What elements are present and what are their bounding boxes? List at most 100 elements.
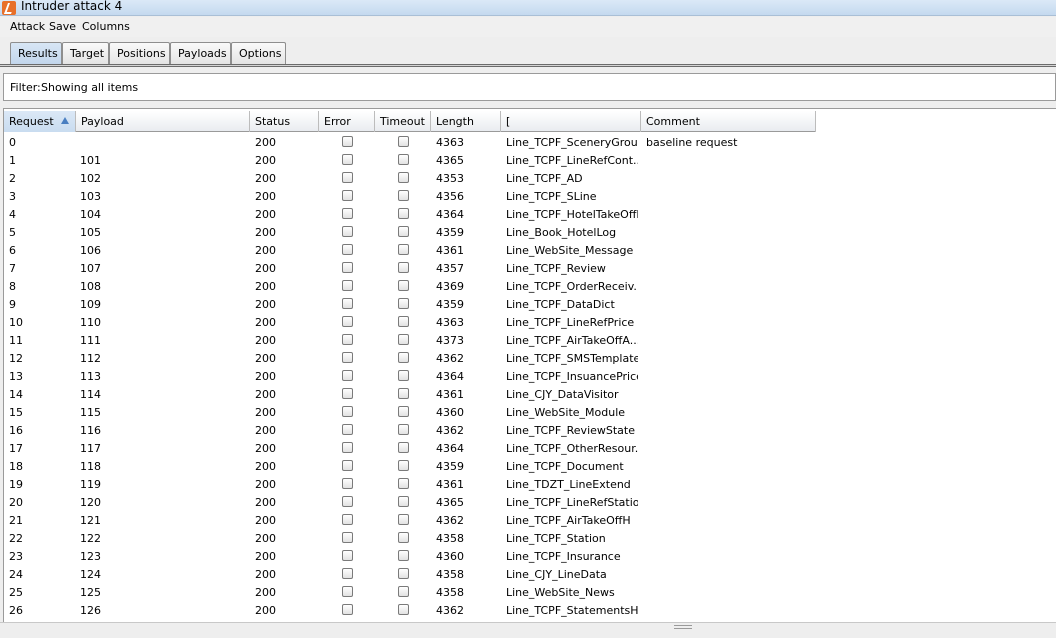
table-row[interactable]: 10 110 200 4363 Line_TCPF_LineRefPrice bbox=[4, 313, 1056, 331]
cell-match: Line_TCPF_LineRefCont... bbox=[506, 154, 638, 167]
tab-payloads[interactable]: Payloads bbox=[170, 42, 231, 64]
filter-bar[interactable]: Filter: Showing all items bbox=[3, 73, 1056, 101]
cell-request: 15 bbox=[9, 406, 23, 419]
column-header-grep-match[interactable]: [ bbox=[501, 111, 641, 132]
cell-status: 200 bbox=[255, 154, 276, 167]
cell-status: 200 bbox=[255, 568, 276, 581]
table-row[interactable]: 3 103 200 4356 Line_TCPF_SLine bbox=[4, 187, 1056, 205]
table-row[interactable]: 7 107 200 4357 Line_TCPF_Review bbox=[4, 259, 1056, 277]
split-pane-grip-icon[interactable] bbox=[674, 625, 692, 629]
cell-status: 200 bbox=[255, 190, 276, 203]
tab-target[interactable]: Target bbox=[62, 42, 109, 64]
table-row[interactable]: 15 115 200 4360 Line_WebSite_Module bbox=[4, 403, 1056, 421]
column-header-payload[interactable]: Payload bbox=[76, 111, 250, 132]
tab-positions[interactable]: Positions bbox=[109, 42, 170, 64]
column-header-status[interactable]: Status bbox=[250, 111, 319, 132]
error-checkbox bbox=[342, 226, 353, 237]
timeout-checkbox bbox=[398, 460, 409, 471]
table-row[interactable]: 2 102 200 4353 Line_TCPF_AD bbox=[4, 169, 1056, 187]
column-header-comment[interactable]: Comment bbox=[641, 111, 816, 132]
menu-columns[interactable]: Columns bbox=[82, 20, 130, 33]
tab-bar: Results Target Positions Payloads Option… bbox=[0, 38, 1056, 68]
table-row[interactable]: 17 117 200 4364 Line_TCPF_OtherResour... bbox=[4, 439, 1056, 457]
cell-length: 4364 bbox=[436, 370, 464, 383]
cell-payload: 111 bbox=[80, 334, 101, 347]
cell-match: Line_WebSite_Module bbox=[506, 406, 626, 419]
cell-match: Line_TCPF_ReviewState bbox=[506, 424, 636, 437]
cell-request: 10 bbox=[9, 316, 23, 329]
cell-length: 4358 bbox=[436, 568, 464, 581]
table-row[interactable]: 13 113 200 4364 Line_TCPF_InsuancePrice bbox=[4, 367, 1056, 385]
table-row[interactable]: 8 108 200 4369 Line_TCPF_OrderReceiv... bbox=[4, 277, 1056, 295]
tab-results[interactable]: Results bbox=[10, 42, 62, 64]
cell-length: 4362 bbox=[436, 514, 464, 527]
table-row[interactable]: 14 114 200 4361 Line_CJY_DataVisitor bbox=[4, 385, 1056, 403]
table-row[interactable]: 24 124 200 4358 Line_CJY_LineData bbox=[4, 565, 1056, 583]
table-row[interactable]: 11 111 200 4373 Line_TCPF_AirTakeOffA... bbox=[4, 331, 1056, 349]
table-row[interactable]: 6 106 200 4361 Line_WebSite_Message bbox=[4, 241, 1056, 259]
table-row[interactable]: 1 101 200 4365 Line_TCPF_LineRefCont... bbox=[4, 151, 1056, 169]
cell-payload: 105 bbox=[80, 226, 101, 239]
cell-status: 200 bbox=[255, 226, 276, 239]
tab-divider bbox=[0, 64, 1056, 67]
table-row[interactable]: 0 200 4363 Line_TCPF_SceneryGroup baseline r… bbox=[4, 133, 1056, 151]
timeout-checkbox bbox=[398, 154, 409, 165]
column-header-length[interactable]: Length bbox=[431, 111, 501, 132]
tab-options[interactable]: Options bbox=[231, 42, 286, 64]
column-header-request[interactable]: Request bbox=[4, 111, 76, 132]
timeout-checkbox bbox=[398, 316, 409, 327]
table-row[interactable]: 21 121 200 4362 Line_TCPF_AirTakeOffH bbox=[4, 511, 1056, 529]
cell-request: 5 bbox=[9, 226, 16, 239]
table-row[interactable]: 16 116 200 4362 Line_TCPF_ReviewState bbox=[4, 421, 1056, 439]
cell-payload: 114 bbox=[80, 388, 101, 401]
cell-request: 12 bbox=[9, 352, 23, 365]
error-checkbox bbox=[342, 478, 353, 489]
error-checkbox bbox=[342, 568, 353, 579]
table-row[interactable]: 25 125 200 4358 Line_WebSite_News bbox=[4, 583, 1056, 601]
table-row[interactable]: 26 126 200 4362 Line_TCPF_StatementsH bbox=[4, 601, 1056, 619]
cell-match: Line_TCPF_SceneryGroup bbox=[506, 136, 638, 149]
table-row[interactable]: 20 120 200 4365 Line_TCPF_LineRefStation bbox=[4, 493, 1056, 511]
cell-status: 200 bbox=[255, 298, 276, 311]
timeout-checkbox bbox=[398, 334, 409, 345]
table-row[interactable]: 23 123 200 4360 Line_TCPF_Insurance bbox=[4, 547, 1056, 565]
error-checkbox bbox=[342, 154, 353, 165]
cell-status: 200 bbox=[255, 334, 276, 347]
table-row[interactable]: 5 105 200 4359 Line_Book_HotelLog bbox=[4, 223, 1056, 241]
cell-status: 200 bbox=[255, 370, 276, 383]
filter-value: Showing all items bbox=[41, 81, 139, 94]
cell-length: 4360 bbox=[436, 406, 464, 419]
cell-payload: 120 bbox=[80, 496, 101, 509]
cell-request: 9 bbox=[9, 298, 16, 311]
menu-save[interactable]: Save bbox=[49, 20, 76, 33]
table-row[interactable]: 12 112 200 4362 Line_TCPF_SMSTemplate bbox=[4, 349, 1056, 367]
cell-payload: 107 bbox=[80, 262, 101, 275]
timeout-checkbox bbox=[398, 226, 409, 237]
cell-request: 3 bbox=[9, 190, 16, 203]
results-table[interactable]: Request Payload Status Error Timeout Len… bbox=[3, 108, 1056, 622]
table-row[interactable]: 22 122 200 4358 Line_TCPF_Station bbox=[4, 529, 1056, 547]
timeout-checkbox bbox=[398, 280, 409, 291]
table-row[interactable]: 4 104 200 4364 Line_TCPF_HotelTakeOffL bbox=[4, 205, 1056, 223]
timeout-checkbox bbox=[398, 172, 409, 183]
cell-payload: 113 bbox=[80, 370, 101, 383]
cell-length: 4365 bbox=[436, 496, 464, 509]
menu-attack[interactable]: Attack bbox=[10, 20, 45, 33]
cell-request: 25 bbox=[9, 586, 23, 599]
cell-status: 200 bbox=[255, 388, 276, 401]
cell-match: Line_TCPF_Document bbox=[506, 460, 624, 473]
cell-status: 200 bbox=[255, 280, 276, 293]
window-title: Intruder attack 4 bbox=[21, 0, 123, 13]
cell-match: Line_TCPF_OrderReceiv... bbox=[506, 280, 638, 293]
table-row[interactable]: 18 118 200 4359 Line_TCPF_Document bbox=[4, 457, 1056, 475]
cell-match: Line_TCPF_StatementsH bbox=[506, 604, 638, 617]
table-body: 0 200 4363 Line_TCPF_SceneryGroup baseline r… bbox=[4, 133, 1056, 619]
column-header-timeout[interactable]: Timeout bbox=[375, 111, 431, 132]
column-header-error[interactable]: Error bbox=[319, 111, 375, 132]
cell-payload: 108 bbox=[80, 280, 101, 293]
cell-match: Line_TCPF_SLine bbox=[506, 190, 597, 203]
error-checkbox bbox=[342, 244, 353, 255]
table-row[interactable]: 19 119 200 4361 Line_TDZT_LineExtend bbox=[4, 475, 1056, 493]
cell-payload: 112 bbox=[80, 352, 101, 365]
table-row[interactable]: 9 109 200 4359 Line_TCPF_DataDict bbox=[4, 295, 1056, 313]
